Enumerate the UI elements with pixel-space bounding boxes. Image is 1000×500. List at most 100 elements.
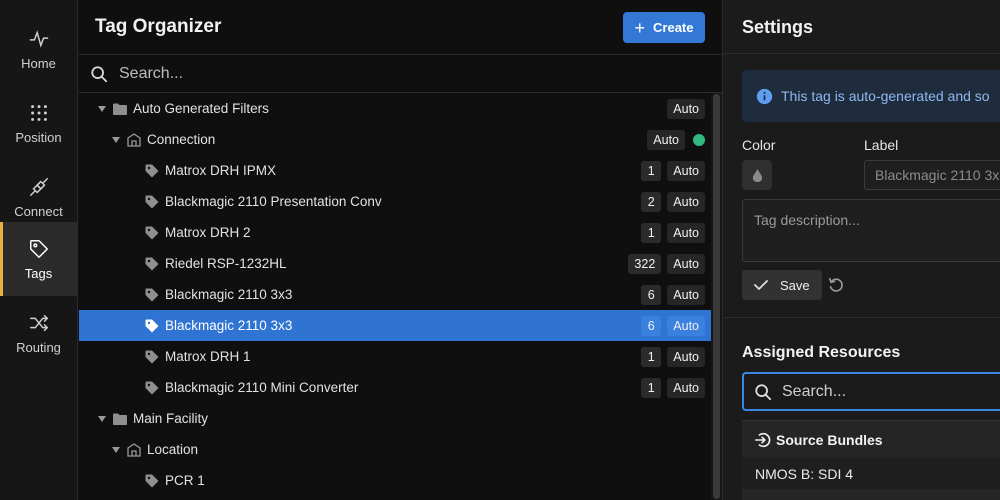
tree-row[interactable]: PCR 1 bbox=[79, 465, 711, 496]
list-item[interactable]: NMOS B: SDI 4 bbox=[742, 458, 1000, 489]
folder-icon bbox=[111, 410, 129, 428]
tag-tree: Auto Generated Filters Auto Connection Auto… bbox=[79, 93, 711, 500]
folder-icon bbox=[111, 100, 129, 118]
auto-badge: Auto bbox=[667, 160, 705, 181]
tree-row-label: Blackmagic 2110 3x3 bbox=[165, 287, 293, 302]
resource-search-input[interactable] bbox=[782, 382, 982, 401]
tree-row[interactable]: Auto Generated Filters Auto bbox=[79, 93, 711, 124]
tag-icon bbox=[143, 224, 161, 242]
row-lead: Connection bbox=[111, 131, 215, 149]
tree-row[interactable]: Blackmagic 2110 3x3 6 Auto bbox=[79, 310, 711, 341]
tag-icon bbox=[143, 379, 161, 397]
row-lead: Blackmagic 2110 3x3 bbox=[143, 286, 292, 304]
check-icon bbox=[754, 280, 768, 290]
tree-scrollbar[interactable] bbox=[711, 93, 722, 500]
shuffle-icon bbox=[29, 314, 48, 331]
count-badge: 1 bbox=[641, 222, 662, 243]
tree-row[interactable]: Blackmagic 2110 3x3 6 Auto bbox=[79, 279, 711, 310]
nav-item-label: Home bbox=[21, 55, 56, 71]
reset-button[interactable] bbox=[827, 276, 845, 294]
settings-panel: Settings This tag is auto-generated and … bbox=[722, 0, 1000, 500]
tree-row[interactable]: Blackmagic 2110 Mini Converter 1 Auto bbox=[79, 372, 711, 403]
tree-row-label: Blackmagic 2110 Mini Converter bbox=[165, 380, 359, 395]
nav-item-label: Connect bbox=[14, 203, 63, 219]
chevron-down-icon[interactable] bbox=[111, 135, 121, 145]
tree-row[interactable]: Connection Auto bbox=[79, 124, 711, 155]
nav-rail: Home Position Connect Tags Routing bbox=[0, 0, 78, 500]
count-badge: 1 bbox=[641, 346, 662, 367]
settings-title: Settings bbox=[742, 17, 814, 37]
count-badge: 322 bbox=[628, 253, 662, 274]
search-input[interactable] bbox=[119, 64, 679, 83]
tree-row-label: Riedel RSP-1232HL bbox=[165, 256, 287, 271]
tree-row-label: PCR 1 bbox=[165, 473, 205, 488]
nav-item-home[interactable]: Home bbox=[0, 12, 77, 86]
tree-row[interactable]: Matrox DRH 1 1 Auto bbox=[79, 341, 711, 372]
row-badges: 1 Auto bbox=[641, 155, 705, 186]
search-icon bbox=[91, 65, 108, 82]
tag-icon bbox=[143, 317, 161, 335]
tree-row-label: Connection bbox=[147, 132, 216, 147]
tree-row[interactable]: Blackmagic 2110 Presentation Conv 2 Auto bbox=[79, 186, 711, 217]
assigned-resources-title: Assigned Resources bbox=[742, 344, 901, 361]
row-badges: 1 Auto bbox=[641, 341, 705, 372]
panel-header: Tag Organizer + Create bbox=[79, 0, 722, 54]
row-lead: Blackmagic 2110 Presentation Conv bbox=[143, 193, 382, 211]
pulse-icon bbox=[29, 29, 48, 48]
grid-dots-icon bbox=[30, 104, 47, 121]
count-badge: 2 bbox=[641, 191, 662, 212]
list-item[interactable] bbox=[742, 489, 1000, 500]
info-icon bbox=[756, 88, 773, 104]
tree-row[interactable]: Matrox DRH 2 1 Auto bbox=[79, 217, 711, 248]
auto-badge: Auto bbox=[667, 284, 705, 305]
row-lead: Location bbox=[111, 441, 198, 459]
plug-icon bbox=[29, 177, 48, 196]
tree-row[interactable]: Riedel RSP-1232HL 322 Auto bbox=[79, 248, 711, 279]
tree-row-label: Blackmagic 2110 3x3 bbox=[165, 318, 293, 333]
auto-badge: Auto bbox=[667, 377, 705, 398]
color-picker-button[interactable] bbox=[742, 160, 772, 190]
source-bundles-header[interactable]: Source Bundles bbox=[742, 420, 1000, 458]
chevron-down-icon[interactable] bbox=[97, 104, 107, 114]
tree-row[interactable]: Location bbox=[79, 434, 711, 465]
create-button[interactable]: + Create bbox=[623, 12, 705, 43]
row-badges: 6 Auto bbox=[641, 279, 705, 310]
row-badges: 1 Auto bbox=[641, 372, 705, 403]
plus-icon: + bbox=[634, 17, 646, 38]
scrollbar-thumb[interactable] bbox=[713, 94, 720, 499]
tree-row[interactable]: Main Facility bbox=[79, 403, 711, 434]
nav-item-position[interactable]: Position bbox=[0, 86, 77, 160]
tag-icon bbox=[29, 239, 48, 258]
create-button-label: Create bbox=[653, 20, 694, 35]
auto-badge: Auto bbox=[667, 222, 705, 243]
tag-organizer-panel: Tag Organizer + Create Auto Generated Fi… bbox=[79, 0, 722, 500]
status-dot bbox=[693, 133, 705, 146]
save-button[interactable]: Save bbox=[742, 270, 822, 300]
divider bbox=[723, 53, 1000, 54]
tree-row-label: Matrox DRH 2 bbox=[165, 225, 251, 240]
auto-badge: Auto bbox=[667, 315, 705, 336]
label-input[interactable] bbox=[864, 160, 1000, 190]
tree-row[interactable]: Matrox DRH IPMX 1 Auto bbox=[79, 155, 711, 186]
row-lead: Riedel RSP-1232HL bbox=[143, 255, 287, 273]
nav-item-routing[interactable]: Routing bbox=[0, 296, 77, 370]
label-label: Label bbox=[864, 137, 899, 153]
reset-icon bbox=[828, 277, 843, 292]
nav-item-tags[interactable]: Tags bbox=[0, 222, 77, 296]
auto-badge: Auto bbox=[667, 191, 705, 212]
auto-badge: Auto bbox=[667, 253, 705, 274]
row-lead: Auto Generated Filters bbox=[97, 100, 269, 118]
tag-icon bbox=[143, 162, 161, 180]
chevron-down-icon[interactable] bbox=[111, 445, 121, 455]
description-input[interactable] bbox=[742, 199, 1000, 262]
droplet-icon bbox=[752, 168, 762, 182]
tag-icon bbox=[143, 286, 161, 304]
tag-icon bbox=[143, 193, 161, 211]
chevron-down-icon[interactable] bbox=[97, 414, 107, 424]
row-lead: PCR 1 bbox=[143, 472, 205, 490]
tag-icon bbox=[143, 255, 161, 273]
row-badges: Auto bbox=[667, 93, 705, 124]
info-text: This tag is auto-generated and so bbox=[781, 88, 990, 104]
tree-row-label: Main Facility bbox=[133, 411, 209, 426]
row-lead: Matrox DRH 1 bbox=[143, 348, 251, 366]
